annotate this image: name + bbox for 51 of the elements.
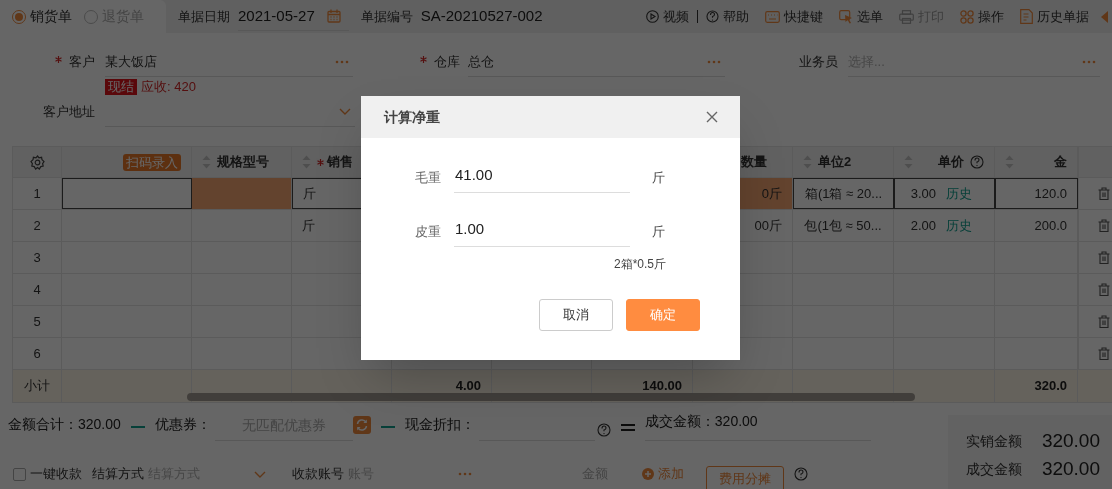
- cell-text: 200.0: [1034, 216, 1067, 235]
- cell-text: 3.00: [910, 184, 936, 203]
- column-label: 单位2: [818, 153, 852, 172]
- cell-text: 0斤: [761, 184, 782, 203]
- column-label: 规格型号: [217, 153, 269, 172]
- field-label: 结算方式: [92, 465, 144, 484]
- cell-text: 箱(1箱 ≈ 20...: [804, 184, 883, 203]
- cell-text: 00斤: [754, 216, 782, 235]
- row-number: 4: [12, 274, 62, 305]
- field-label: 仓库: [434, 52, 460, 71]
- summary-label: 实销金额: [965, 431, 1022, 451]
- field-label: 现金折扣：: [404, 415, 475, 434]
- column-label: 单价: [938, 153, 964, 172]
- row-number: 2: [12, 210, 62, 241]
- summary-label: 小计: [12, 370, 62, 402]
- amount-total: 金额合计：320.00: [8, 415, 121, 434]
- deal-amount: 成交金额：320.00: [644, 411, 871, 441]
- field-label: 单据日期: [178, 7, 230, 26]
- unit-label: 斤: [652, 168, 665, 187]
- cell-text: 120.0: [1034, 184, 1067, 203]
- field-label: 毛重: [414, 168, 441, 187]
- document-number: SA-20210527-002: [420, 6, 543, 27]
- unit-label: 斤: [652, 222, 665, 241]
- column-label: 数量: [741, 153, 767, 172]
- field-label: 优惠券：: [154, 415, 211, 434]
- field-label: 业务员: [799, 52, 838, 71]
- summary-value: 320.00: [1041, 457, 1100, 481]
- summary-value: 320.0: [1034, 377, 1067, 396]
- settlement-badge: 现结: [105, 79, 137, 95]
- cell-text: 斤: [302, 216, 315, 235]
- field-label: 单据编号: [360, 7, 413, 26]
- cell-text: 斤: [303, 184, 316, 203]
- summary-value: 4.00: [455, 377, 481, 396]
- row-number: 6: [12, 338, 62, 369]
- column-label: 销售: [327, 153, 353, 172]
- row-number: 5: [12, 306, 62, 337]
- field-label: 皮重: [414, 222, 441, 241]
- weight-note: 2箱*0.5斤: [613, 256, 666, 273]
- row-number: 3: [12, 242, 62, 273]
- column-label: 金: [1054, 153, 1067, 172]
- field-label: 收款账号: [292, 465, 344, 484]
- receivable-amount: 应收: 420: [141, 78, 196, 97]
- dialog-title: 计算净重: [384, 107, 440, 127]
- summary-value: 320.00: [1041, 429, 1100, 453]
- cell-text: 包(1包 ≈ 50...: [804, 216, 882, 235]
- field-label: 客户地址: [43, 102, 95, 121]
- field-label: 客户: [69, 52, 95, 71]
- row-number: 1: [12, 178, 62, 209]
- cell-text: 2.00: [910, 216, 936, 235]
- summary-label: 成交金额: [965, 459, 1022, 479]
- summary-value: 140.00: [642, 377, 682, 396]
